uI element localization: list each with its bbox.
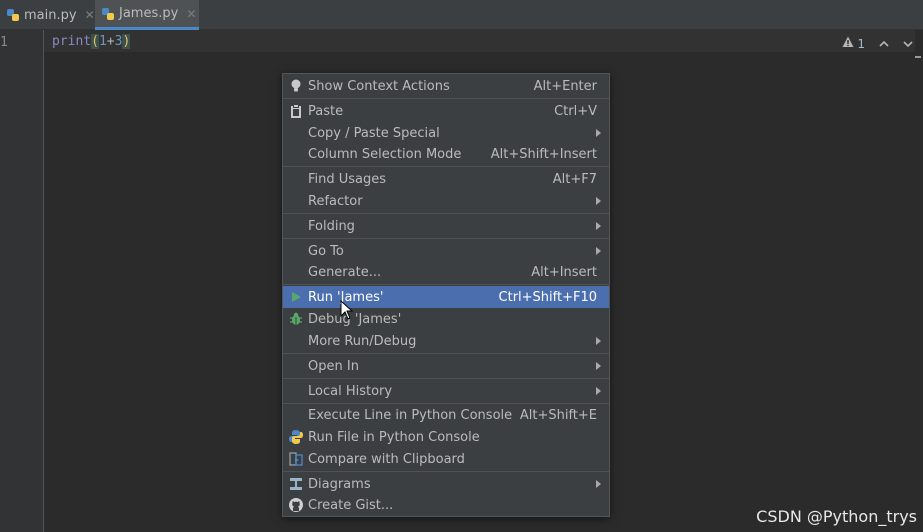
menu-item-label: Paste [308, 103, 344, 119]
menu-separator [283, 213, 609, 214]
menu-item-shortcut: Alt+Shift+E [519, 407, 597, 423]
menu-item-label: More Run/Debug [308, 333, 417, 349]
vertical-scrollbar[interactable] [915, 30, 921, 532]
clipboard-icon [288, 103, 304, 119]
github-icon [288, 497, 304, 513]
menu-item-shortcut: Ctrl+Shift+F10 [498, 289, 597, 305]
menu-item-shortcut: Alt+Enter [533, 78, 597, 94]
submenu-arrow-icon [596, 129, 601, 137]
line-number-gutter: 1 [0, 30, 44, 532]
menu-item-diagrams[interactable]: Diagrams [283, 473, 609, 495]
menu-item-show-context-actions[interactable]: Show Context Actions Alt+Enter [283, 75, 609, 97]
code-number: 1 [98, 34, 107, 49]
menu-item-label: Show Context Actions [308, 78, 450, 94]
menu-item-local-history[interactable]: Local History [283, 380, 609, 402]
submenu-arrow-icon [596, 197, 601, 205]
bug-icon [288, 311, 304, 327]
submenu-arrow-icon [596, 247, 601, 255]
menu-item-label: Debug 'James' [308, 311, 402, 327]
menu-item-label: Refactor [308, 193, 363, 209]
menu-item-go-to[interactable]: Go To [283, 240, 609, 262]
menu-item-open-in[interactable]: Open In [283, 355, 609, 377]
code-paren-close: ) [122, 34, 131, 49]
menu-separator [283, 284, 609, 285]
menu-separator [283, 353, 609, 354]
menu-item-label: Generate... [308, 264, 382, 280]
menu-item-label: Diagrams [308, 476, 371, 492]
current-line-highlight [44, 30, 915, 52]
menu-separator [283, 471, 609, 472]
menu-item-label: Compare with Clipboard [308, 451, 465, 467]
menu-item-generate[interactable]: Generate... Alt+Insert [283, 261, 609, 283]
tab-label: James.py [119, 6, 179, 21]
menu-item-find-usages[interactable]: Find Usages Alt+F7 [283, 168, 609, 190]
menu-item-compare-clipboard[interactable]: Compare with Clipboard [283, 448, 609, 470]
inspection-widget[interactable]: 1 [842, 36, 913, 51]
menu-item-label: Go To [308, 243, 344, 259]
menu-separator [283, 378, 609, 379]
menu-item-folding[interactable]: Folding [283, 215, 609, 237]
close-icon[interactable]: ✕ [186, 7, 196, 21]
scroll-marker [915, 56, 921, 58]
lightbulb-icon [288, 78, 304, 94]
tab-label: main.py [24, 7, 77, 23]
python-file-icon [101, 7, 115, 21]
menu-separator [283, 238, 609, 239]
menu-item-label: Find Usages [308, 171, 387, 187]
menu-item-create-gist[interactable]: Create Gist... [283, 494, 609, 516]
menu-item-refactor[interactable]: Refactor [283, 190, 609, 212]
menu-item-shortcut: Alt+Shift+Insert [490, 146, 597, 162]
menu-item-shortcut: Alt+F7 [552, 171, 597, 187]
line-number: 1 [0, 35, 8, 50]
menu-item-label: Create Gist... [308, 497, 394, 513]
menu-item-label: Execute Line in Python Console [308, 407, 513, 423]
warning-icon [842, 36, 854, 51]
editor-context-menu: Show Context Actions Alt+Enter Paste Ctr… [282, 73, 610, 517]
code-line[interactable]: print(1+3) [52, 34, 131, 49]
submenu-arrow-icon [596, 222, 601, 230]
menu-item-label: Local History [308, 383, 393, 399]
run-triangle-icon [288, 289, 304, 305]
menu-item-label: Open In [308, 358, 359, 374]
code-operator: + [106, 34, 115, 49]
mouse-cursor-icon [340, 299, 354, 324]
code-function: print [52, 34, 92, 49]
editor-tab-bar: main.py ✕ James.py ✕ [0, 0, 923, 30]
menu-separator [283, 98, 609, 99]
menu-separator [283, 166, 609, 167]
menu-item-shortcut: Ctrl+V [554, 103, 597, 119]
menu-item-more-run-debug[interactable]: More Run/Debug [283, 330, 609, 352]
menu-item-shortcut: Alt+Insert [531, 264, 597, 280]
submenu-arrow-icon [596, 337, 601, 345]
compare-icon [288, 451, 304, 467]
watermark: CSDN @Python_trys [756, 507, 917, 526]
menu-item-label: Run File in Python Console [308, 429, 480, 445]
menu-item-label: Folding [308, 218, 355, 234]
tab-james-py[interactable]: James.py ✕ [95, 0, 199, 30]
menu-item-debug[interactable]: Debug 'James' [283, 308, 609, 330]
close-icon[interactable]: ✕ [85, 8, 95, 22]
submenu-arrow-icon [596, 387, 601, 395]
menu-item-execute-line[interactable]: Execute Line in Python Console Alt+Shift… [283, 404, 609, 426]
menu-item-label: Copy / Paste Special [308, 125, 440, 141]
python-logo-icon [288, 429, 304, 445]
chevron-up-icon[interactable] [879, 37, 889, 51]
submenu-arrow-icon [596, 480, 601, 488]
code-paren-open: ( [91, 34, 99, 49]
python-file-icon [6, 8, 20, 22]
menu-item-copy-paste-special[interactable]: Copy / Paste Special [283, 122, 609, 144]
submenu-arrow-icon [596, 362, 601, 370]
diagram-icon [288, 476, 304, 492]
menu-item-column-selection-mode[interactable]: Column Selection Mode Alt+Shift+Insert [283, 143, 609, 165]
menu-item-paste[interactable]: Paste Ctrl+V [283, 100, 609, 122]
tab-main-py[interactable]: main.py ✕ [0, 0, 95, 30]
menu-item-run[interactable]: Run 'James' Ctrl+Shift+F10 [283, 286, 609, 308]
menu-item-label: Column Selection Mode [308, 146, 462, 162]
menu-item-run-file-console[interactable]: Run File in Python Console [283, 426, 609, 448]
warning-indicator[interactable]: 1 [842, 36, 865, 51]
chevron-down-icon[interactable] [903, 37, 913, 51]
warning-count: 1 [857, 36, 865, 51]
